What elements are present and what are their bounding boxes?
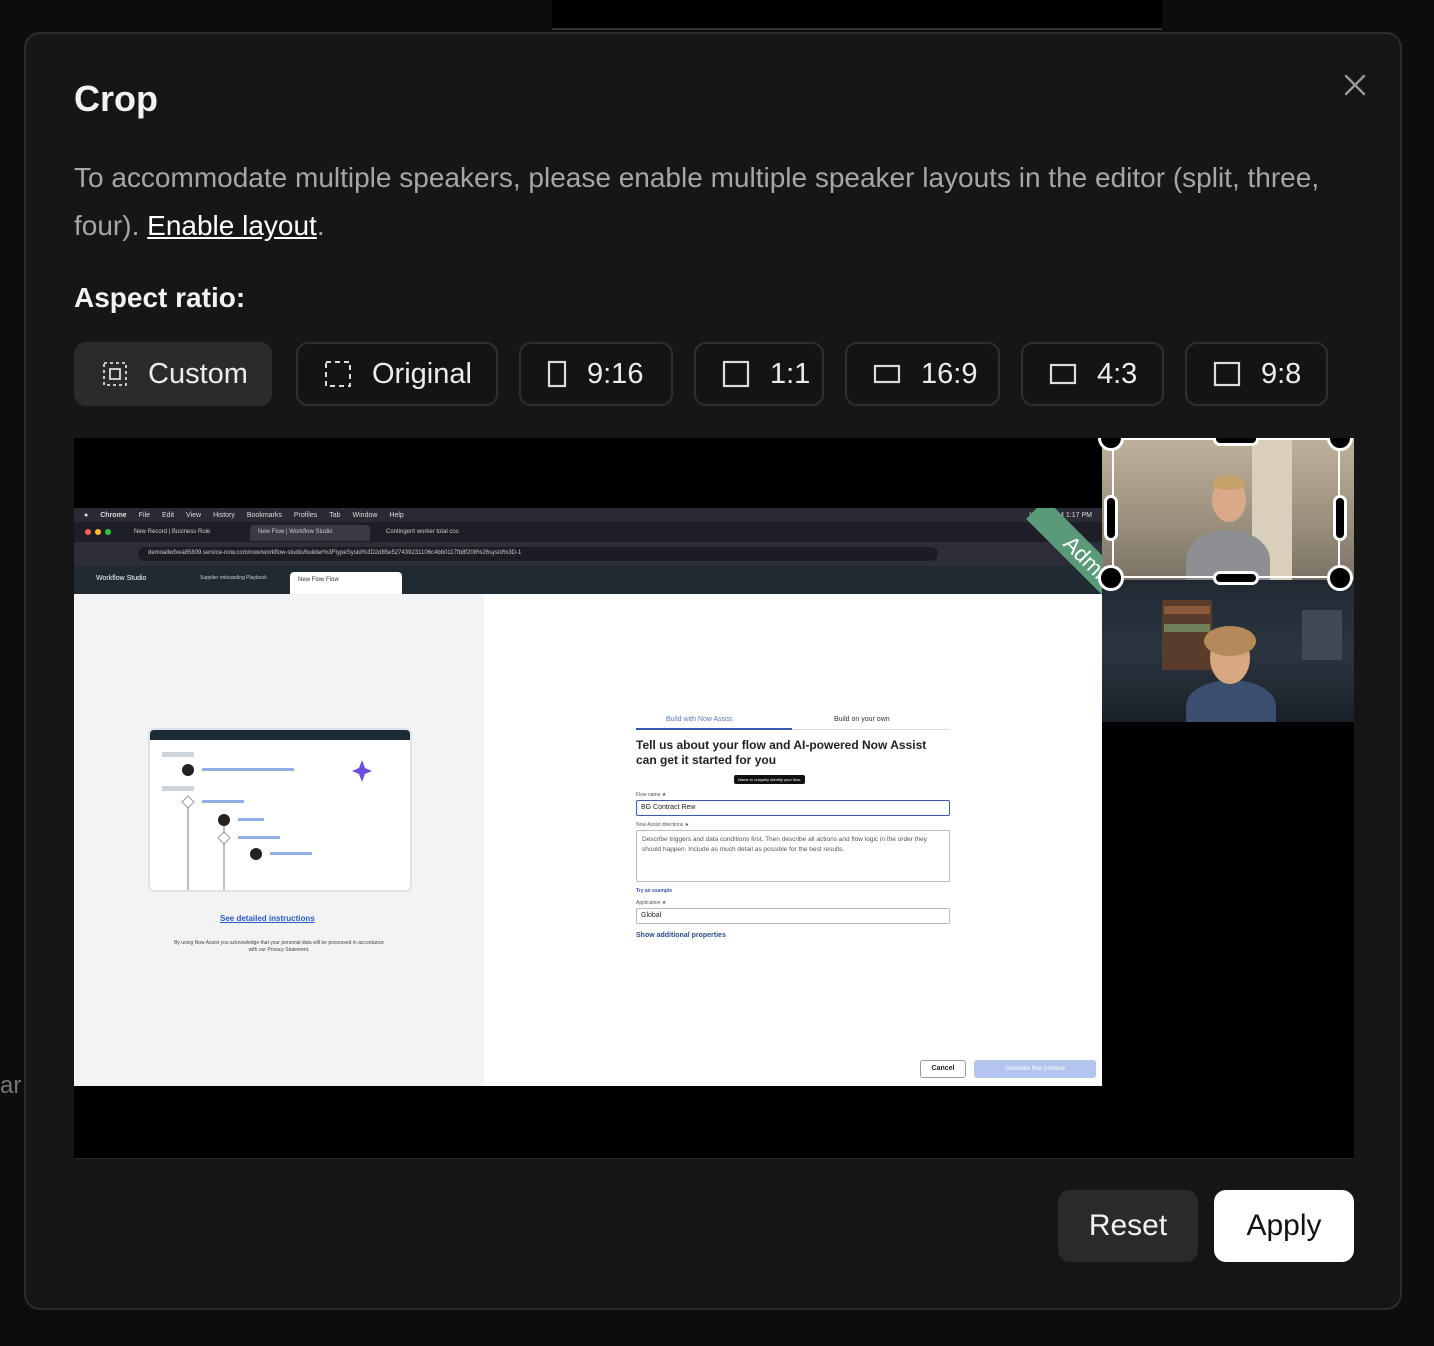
crop-handle-right[interactable] bbox=[1333, 495, 1347, 541]
reset-button[interactable]: Reset bbox=[1058, 1190, 1198, 1262]
speaker-camera-2 bbox=[1102, 580, 1354, 722]
application-label: Application ★ bbox=[636, 900, 667, 906]
enable-layout-link[interactable]: Enable layout bbox=[147, 210, 317, 241]
apple-icon: ● bbox=[84, 511, 89, 519]
crop-handle-bottom[interactable] bbox=[1213, 571, 1259, 585]
browser-tab-active: New Flow | Workflow Studio bbox=[250, 525, 370, 541]
flow-name-label: Flow name ★ bbox=[636, 792, 667, 798]
crop-handle-bottom-right[interactable] bbox=[1327, 565, 1353, 591]
flow-diagram-graphic bbox=[162, 752, 372, 890]
ratio-4-3-button[interactable]: 4:3 bbox=[1021, 342, 1164, 406]
near-square-icon bbox=[1213, 361, 1241, 387]
menubar-item: Tab bbox=[329, 511, 341, 519]
ratio-label: 9:8 bbox=[1261, 357, 1302, 390]
illustration-panel: See detailed instructions By using Now A… bbox=[74, 594, 484, 1086]
application-select: Global bbox=[636, 908, 950, 924]
menubar-item: Help bbox=[389, 511, 404, 519]
form-tabs: Build with Now Assist Build on your own bbox=[636, 712, 950, 730]
app-name: Workflow Studio bbox=[96, 575, 147, 582]
menubar-item: History bbox=[213, 511, 235, 519]
form-heading: Tell us about your flow and AI-powered N… bbox=[636, 738, 927, 767]
menubar-item: Edit bbox=[161, 511, 175, 519]
form-generate-button: Generate flow preview bbox=[974, 1060, 1096, 1078]
flow-illustration bbox=[148, 728, 412, 892]
directions-label: Now Assist directions ★ bbox=[636, 822, 690, 828]
browser-urlbar: demoallwfxea85809.service-now.com/now/wo… bbox=[74, 542, 1102, 566]
ratio-1-1-button[interactable]: 1:1 bbox=[694, 342, 824, 406]
browser-tab: Contingent worker total cos bbox=[378, 525, 498, 541]
flow-form: Build with Now Assist Build on your own … bbox=[636, 712, 950, 939]
tab-build-with-assist: Build with Now Assist bbox=[666, 716, 733, 723]
browser-tabbar: New Record | Business Rule New Flow | Wo… bbox=[74, 522, 1102, 542]
apply-button[interactable]: Apply bbox=[1214, 1190, 1354, 1262]
show-properties-link: Show additional properties bbox=[636, 932, 726, 939]
menubar-item: File bbox=[138, 511, 150, 519]
background-text: ar bbox=[0, 1072, 22, 1099]
ratio-custom-button[interactable]: Custom bbox=[74, 342, 272, 406]
ratio-9-16-button[interactable]: 9:16 bbox=[519, 342, 673, 406]
landscape-rect-icon bbox=[873, 364, 901, 384]
menubar-item: Chrome bbox=[100, 511, 127, 519]
menubar-item: Profiles bbox=[293, 511, 318, 519]
url-field: demoallwfxea85809.service-now.com/now/wo… bbox=[138, 547, 938, 561]
directions-textarea: Describe triggers and data conditions fi… bbox=[636, 830, 950, 882]
landscape-rect-icon bbox=[1049, 363, 1077, 385]
aspect-ratio-label: Aspect ratio: bbox=[74, 282, 246, 313]
close-icon bbox=[1344, 74, 1366, 96]
close-button[interactable] bbox=[1340, 70, 1370, 100]
custom-crop-icon bbox=[103, 362, 127, 386]
crop-handle-top[interactable] bbox=[1213, 438, 1259, 446]
ratio-label: Custom bbox=[148, 357, 248, 390]
menubar-item: Window bbox=[352, 511, 378, 519]
description-suffix: . bbox=[316, 210, 325, 241]
app-tabbar: Workflow Studio Supplier onboarding Play… bbox=[74, 566, 1102, 594]
see-instructions-link: See detailed instructions bbox=[220, 914, 315, 923]
ratio-9-8-button[interactable]: 9:8 bbox=[1185, 342, 1328, 406]
field-tooltip: Name to uniquely identify your flow. bbox=[734, 775, 805, 784]
ratio-label: 9:16 bbox=[587, 357, 644, 390]
original-frame-icon bbox=[325, 361, 351, 387]
ratio-label: 4:3 bbox=[1097, 357, 1138, 390]
app-tab-active: New Flow Flow bbox=[290, 572, 402, 594]
browser-tab: New Record | Business Rule bbox=[126, 525, 242, 541]
square-icon bbox=[722, 360, 750, 388]
flow-name-input: BG Contract Rew bbox=[636, 800, 950, 816]
form-cancel-button: Cancel bbox=[920, 1060, 966, 1078]
crop-handle-left[interactable] bbox=[1104, 495, 1118, 541]
ratio-label: 16:9 bbox=[921, 357, 978, 390]
privacy-disclaimer: By using Now Assist you acknowledge that… bbox=[174, 940, 384, 953]
menubar-item: Bookmarks bbox=[246, 511, 282, 519]
ratio-16-9-button[interactable]: 16:9 bbox=[845, 342, 1000, 406]
ratio-original-button[interactable]: Original bbox=[296, 342, 498, 406]
portrait-rect-icon bbox=[547, 360, 567, 388]
ratio-label: 1:1 bbox=[770, 357, 811, 390]
crop-dialog: Crop To accommodate multiple speakers, p… bbox=[24, 32, 1402, 1310]
crop-preview: ● Chrome File Edit View History Bookmark… bbox=[74, 438, 1354, 1158]
screen-recording-frame: ● Chrome File Edit View History Bookmark… bbox=[74, 508, 1102, 1086]
dialog-description: To accommodate multiple speakers, please… bbox=[74, 154, 1344, 250]
mac-menubar: ● Chrome File Edit View History Bookmark… bbox=[74, 508, 1102, 522]
crop-handle-bottom-left[interactable] bbox=[1098, 565, 1124, 591]
ratio-label: Original bbox=[372, 357, 472, 390]
menubar-item: View bbox=[186, 511, 202, 519]
try-example-link: Try an example bbox=[636, 888, 673, 894]
app-tab: Supplier onboarding Playbook bbox=[200, 575, 267, 581]
dialog-title: Crop bbox=[74, 78, 158, 119]
window-controls-icon bbox=[85, 529, 111, 535]
tab-build-on-own: Build on your own bbox=[834, 716, 890, 723]
background-video-strip bbox=[552, 0, 1162, 30]
preview-divider bbox=[74, 1158, 1354, 1159]
crop-selection-box[interactable] bbox=[1112, 438, 1340, 578]
